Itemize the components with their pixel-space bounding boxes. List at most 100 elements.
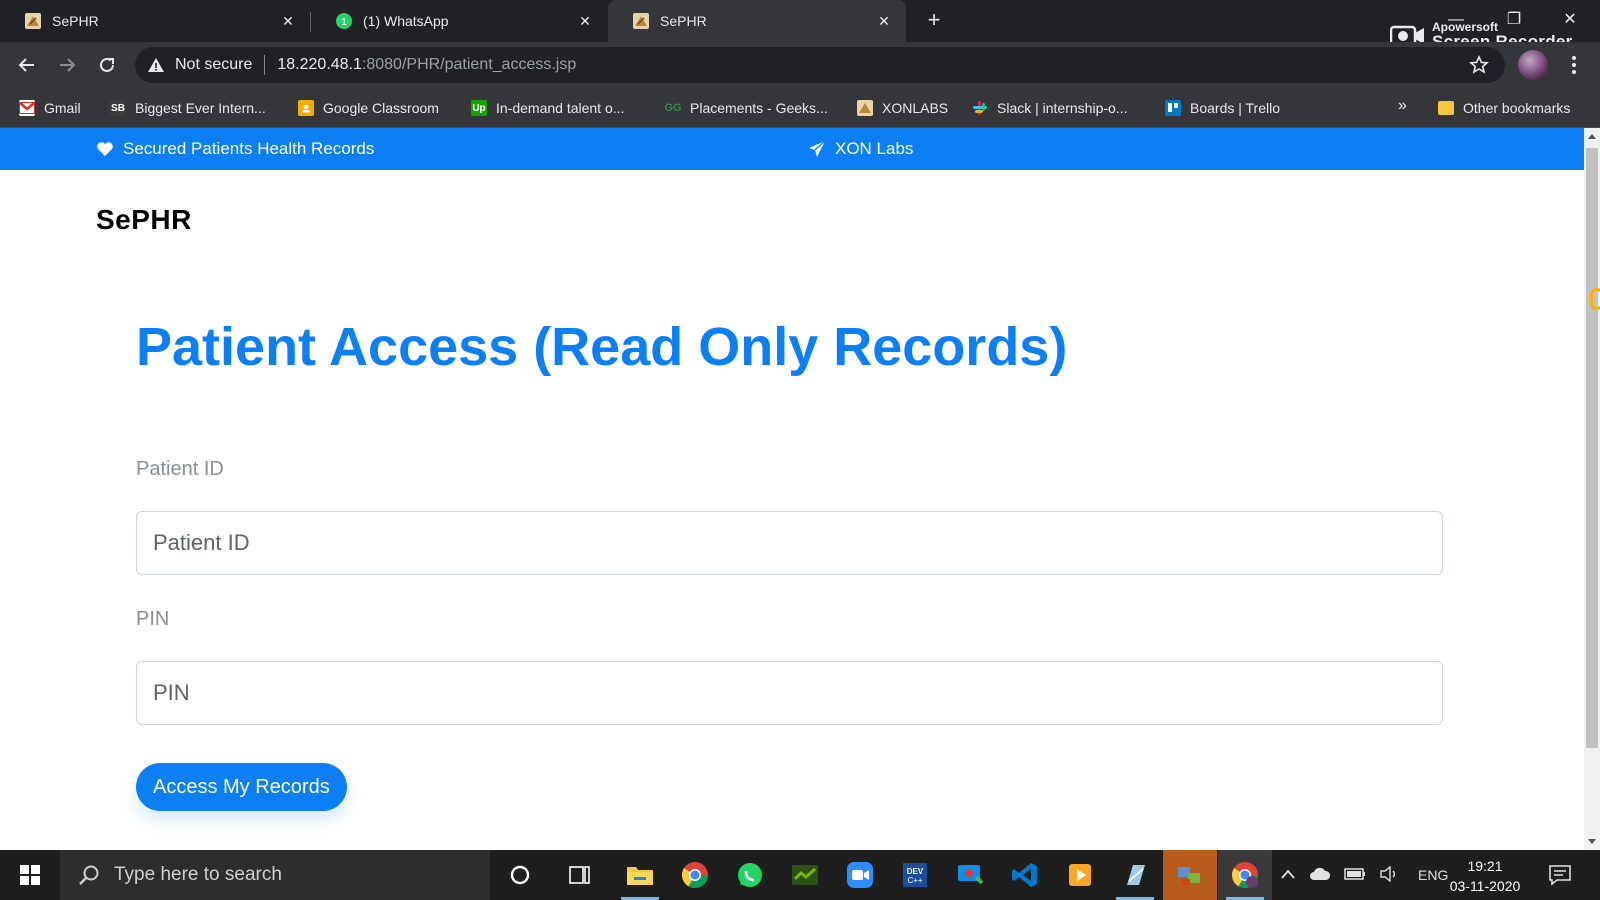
bookmark-internship[interactable]: SB Biggest Ever Intern...: [110, 97, 266, 119]
bookmark-label: XONLABS: [882, 100, 949, 116]
battery-icon[interactable]: [1344, 867, 1366, 884]
vscode-icon[interactable]: [998, 850, 1052, 900]
file-explorer-icon[interactable]: [613, 850, 667, 900]
page-title: Patient Access (Read Only Records): [136, 317, 1068, 377]
tab-sephr-active[interactable]: SePHR ✕: [608, 0, 906, 42]
topbar-company-text: XON Labs: [835, 139, 914, 158]
bookmark-label: Placements - Geeks...: [690, 100, 828, 116]
scroll-thumb[interactable]: [1586, 148, 1598, 748]
heart-icon: [97, 142, 113, 156]
menu-button[interactable]: [1564, 52, 1584, 78]
network-icon[interactable]: [1163, 850, 1217, 900]
address-bar[interactable]: Not secure 18.220.48.1:8080/PHR/patient_…: [135, 47, 1505, 83]
arrow-left-icon: [18, 58, 34, 72]
close-icon[interactable]: ✕: [575, 11, 595, 31]
devc-icon[interactable]: DEV C++: [888, 850, 942, 900]
reload-button[interactable]: [93, 51, 121, 79]
chrome-profile-icon[interactable]: [1218, 850, 1272, 900]
bookmark-label: Gmail: [44, 100, 81, 116]
bookmark-label: Slack | internship-o...: [997, 100, 1128, 116]
tab-title: SePHR: [660, 13, 707, 29]
security-label[interactable]: Not secure: [175, 56, 252, 74]
whatsapp-icon[interactable]: [723, 850, 777, 900]
bookmark-label: Boards | Trello: [1190, 100, 1281, 116]
windows-icon: [20, 865, 40, 885]
cloud-icon[interactable]: [1309, 866, 1331, 885]
upwork-icon: Up: [471, 100, 487, 116]
pin-label: PIN: [136, 608, 170, 630]
tab-whatsapp[interactable]: 1 (1) WhatsApp ✕: [311, 0, 607, 42]
plus-icon[interactable]: +: [922, 9, 946, 33]
folder-icon: [1438, 101, 1454, 115]
patient-id-input[interactable]: [136, 511, 1443, 575]
svg-text:C++: C++: [907, 876, 922, 885]
bookmark-upwork[interactable]: Up In-demand talent o...: [471, 97, 624, 119]
gfg-icon: GG: [664, 102, 682, 114]
svg-text:1: 1: [341, 17, 347, 28]
arrow-right-icon: [60, 58, 76, 72]
tab-title: (1) WhatsApp: [363, 13, 449, 29]
start-button[interactable]: [0, 850, 60, 900]
clock-date: 03-11-2020: [1449, 878, 1521, 894]
bookmark-gmail[interactable]: Gmail: [19, 97, 81, 119]
notepad-icon[interactable]: [1108, 850, 1162, 900]
slack-icon: [972, 100, 988, 116]
sephr-favicon: [633, 13, 649, 29]
volume-icon[interactable]: [1379, 865, 1399, 885]
avatar[interactable]: [1518, 50, 1548, 80]
notification-icon[interactable]: [1548, 864, 1572, 886]
browser-toolbar: Not secure 18.220.48.1:8080/PHR/patient_…: [0, 42, 1600, 88]
forward-button[interactable]: [53, 51, 81, 79]
scroll-down-icon[interactable]: [1588, 839, 1596, 844]
topbar-company[interactable]: XON Labs: [808, 128, 913, 170]
search-icon: [79, 865, 99, 885]
zoom-icon[interactable]: [833, 850, 887, 900]
site-logo[interactable]: SePHR: [96, 204, 192, 236]
cortana-icon[interactable]: [493, 850, 547, 900]
bookmark-classroom[interactable]: Google Classroom: [298, 97, 439, 119]
tab-strip: SePHR ✕ 1 (1) WhatsApp ✕ SePHR ✕ + — ❐ ✕…: [0, 0, 1600, 50]
back-button[interactable]: [13, 51, 41, 79]
url-path: :8080/PHR/patient_access.jsp: [361, 56, 577, 73]
page-scrollbar[interactable]: [1584, 128, 1600, 850]
taskbar-search[interactable]: Type here to search: [60, 850, 490, 900]
bookmark-label: Google Classroom: [323, 100, 439, 116]
bookmark-label: In-demand talent o...: [496, 100, 625, 116]
task-view-icon[interactable]: [553, 850, 607, 900]
bookmark-geeks[interactable]: GG Placements - Geeks...: [664, 97, 828, 119]
page-viewport: Secured Patients Health Records XON Labs…: [0, 128, 1584, 850]
close-icon[interactable]: ✕: [278, 11, 298, 31]
bookmark-xonlabs[interactable]: XONLABS: [857, 97, 948, 119]
url-host: 18.220.48.1: [277, 56, 362, 73]
paper-plane-icon: [809, 140, 826, 157]
pin-input[interactable]: [136, 661, 1443, 725]
more-bookmarks-button[interactable]: »: [1398, 97, 1407, 115]
teamviewer-icon[interactable]: [943, 850, 997, 900]
patient-id-label: Patient ID: [136, 458, 224, 480]
other-bookmarks-folder[interactable]: Other bookmarks: [1438, 97, 1570, 119]
close-icon[interactable]: ✕: [874, 11, 894, 31]
media-player-icon[interactable]: [1053, 850, 1107, 900]
topbar-tagline: Secured Patients Health Records: [96, 128, 374, 170]
search-placeholder: Type here to search: [114, 864, 282, 885]
tab-title: SePHR: [52, 13, 99, 29]
access-records-button[interactable]: Access My Records: [136, 763, 347, 811]
chrome-icon[interactable]: [668, 850, 722, 900]
gmail-icon: [19, 100, 35, 116]
classroom-icon: [298, 100, 314, 116]
reload-icon: [100, 57, 114, 72]
star-icon[interactable]: [1469, 55, 1489, 75]
bookmark-trello[interactable]: Boards | Trello: [1165, 97, 1280, 119]
scroll-up-icon[interactable]: [1588, 134, 1596, 139]
bookmark-label: Other bookmarks: [1463, 100, 1571, 116]
recorder-brand: Apowersoft: [1432, 19, 1498, 34]
xonlabs-icon: [857, 100, 873, 116]
bookmark-slack[interactable]: Slack | internship-o...: [972, 97, 1127, 119]
bookmarks-bar: Gmail SB Biggest Ever Intern... Google C…: [0, 88, 1600, 128]
cursor-highlight: [1590, 288, 1600, 310]
chevron-up-icon[interactable]: [1280, 867, 1296, 883]
tab-sephr-1[interactable]: SePHR ✕: [0, 0, 310, 42]
nvidia-icon[interactable]: [778, 850, 832, 900]
whatsapp-favicon: 1: [336, 13, 352, 29]
taskbar-clock[interactable]: 19:21 03-11-2020: [1440, 856, 1530, 896]
